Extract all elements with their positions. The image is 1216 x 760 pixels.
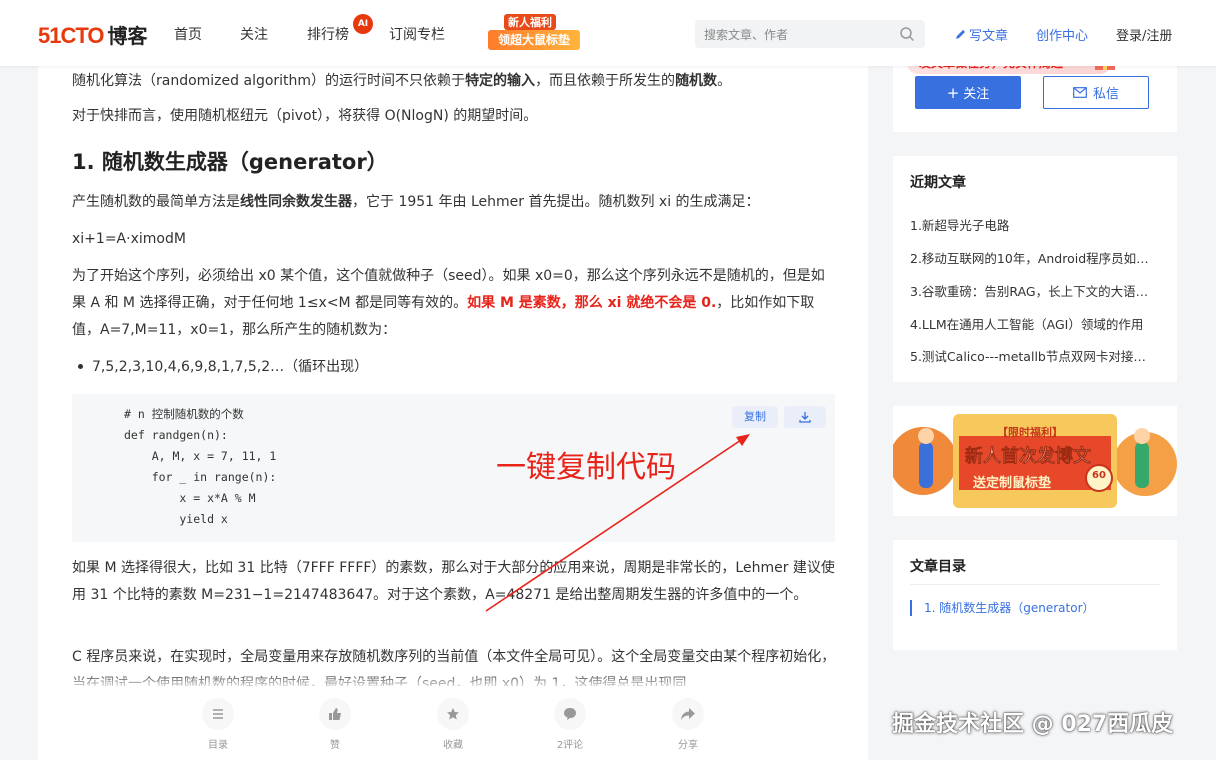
top-navbar: 51CTO 博客 首页 关注 排行榜 AI 订阅专栏 新人福利 领超大鼠标垫 搜… [0, 0, 1216, 66]
divider [910, 584, 1160, 585]
site-logo[interactable]: 51CTO 博客 [38, 20, 148, 49]
promo-top-text: 新人福利 [504, 14, 556, 30]
write-article-label: 写文章 [969, 29, 1009, 44]
banner-headline: 新人首次发博文 [965, 446, 1092, 468]
list-item-text: 7,5,2,3,10,4,6,9,8,1,7,5,2…（循环出现） [92, 359, 369, 375]
message-label: 私信 [1092, 87, 1119, 102]
plus-icon: + [946, 83, 960, 102]
recent-articles-title: 近期文章 [910, 175, 966, 191]
ai-badge: AI [353, 14, 373, 34]
toc-action[interactable]: 目录 [188, 698, 248, 751]
recent-article-item[interactable]: 3.谷歌重磅：告别RAG，长上下文的大语言模型 [910, 281, 1154, 300]
code-block: # n 控制随机数的个数 def randgen(n): A, M, x = 7… [72, 394, 835, 542]
formula-text: xi+1=A·ximodM [72, 231, 186, 247]
follow-label: 关注 [963, 87, 990, 102]
banner-badge: 60 [1092, 470, 1106, 481]
star-icon [437, 698, 469, 730]
text-span: 随机化算法（randomized algorithm）的运行时间不只依赖于 [72, 73, 466, 89]
author-card: 发文章做任务，兑实体周边 + 关注 私信 [893, 48, 1177, 132]
nav-home[interactable]: 首页 [174, 24, 202, 44]
write-article-link[interactable]: 写文章 [954, 25, 1008, 44]
code-text: # n 控制随机数的个数 def randgen(n): A, M, x = 7… [124, 407, 277, 526]
list-item: 7,5,2,3,10,4,6,9,8,1,7,5,2…（循环出现） [78, 356, 368, 376]
toc-card: 文章目录 1. 随机数生成器（generator） [893, 540, 1177, 650]
comment-action[interactable]: 2评论 [540, 698, 600, 751]
annotation-text: 一键复制代码 [496, 450, 676, 485]
recent-article-item[interactable]: 1.新超导光子电路 [910, 215, 1154, 234]
promo-ad-banner[interactable]: 【限时福利】 新人首次发博文 送定制鼠标垫 60 [893, 406, 1177, 516]
recent-article-item[interactable]: 5.测试Calico---metallb节点双网卡对接配置 [910, 346, 1154, 365]
download-code-button[interactable] [784, 406, 826, 428]
toc-title: 文章目录 [910, 559, 966, 575]
text-span: 产生随机数的最简单方法是 [72, 194, 240, 210]
paragraph-quicksort: 对于快排而言，使用随机枢纽元（pivot），将获得 O(NlogN) 的期望时间… [72, 108, 538, 124]
recent-articles-card: 近期文章 1.新超导光子电路 2.移动互联网的10年，Android程序员如何在… [893, 156, 1177, 382]
share-icon [672, 698, 704, 730]
promo-bottom-text: 领超大鼠标垫 [488, 30, 580, 50]
pen-icon [956, 29, 965, 39]
recent-article-item[interactable]: 4.LLM在通用人工智能（AGI）领域的作用 [910, 314, 1154, 333]
highlight-span: 如果 M 是素数，那么 xi 就绝不会是 0. [467, 295, 717, 311]
nav-ranking[interactable]: 排行榜 [307, 24, 349, 44]
text-span: ，而且依赖于所发生的 [535, 73, 676, 89]
collect-action[interactable]: 收藏 [423, 698, 483, 751]
list-icon [202, 698, 234, 730]
action-label: 收藏 [443, 740, 463, 751]
copy-code-button[interactable]: 复制 [732, 406, 778, 428]
action-label: 目录 [208, 740, 228, 751]
nav-subscribe-column[interactable]: 订阅专栏 [389, 24, 445, 44]
article-content: 随机化算法（randomized algorithm）的运行时间不只依赖于特定的… [38, 66, 868, 760]
share-action[interactable]: 分享 [658, 698, 718, 751]
thumbs-up-icon [319, 698, 351, 730]
logo-text: 博客 [107, 24, 148, 48]
promo-banner[interactable]: 新人福利 领超大鼠标垫 [488, 14, 580, 54]
bold-span: 线性同余数发生器 [240, 194, 352, 210]
paragraph-seed: 为了开始这个序列，必须给出 x0 某个值，这个值就做种子（seed）。如果 x0… [72, 263, 838, 344]
paragraph-period: 如果 M 选择得很大，比如 31 比特（7FFF FFFF）的素数，那么对于大部… [72, 560, 835, 603]
search-icon[interactable] [899, 26, 915, 42]
search-input[interactable]: 搜索文章、作者 [695, 20, 925, 48]
like-action[interactable]: 赞 [305, 698, 365, 751]
action-label: 分享 [678, 740, 698, 751]
paragraph-lcg: 产生随机数的最简单方法是线性同余数发生器，它于 1951 年由 Lehmer 首… [72, 189, 838, 216]
text-span: 。 [717, 73, 732, 89]
search-placeholder: 搜索文章、作者 [704, 28, 789, 42]
download-icon [799, 412, 811, 423]
logo-number: 51CTO [38, 23, 105, 48]
article-action-bar: 目录 赞 收藏 2评论 分享 [38, 686, 868, 760]
follow-button[interactable]: + 关注 [915, 76, 1021, 109]
recent-article-item[interactable]: 2.移动互联网的10年，Android程序员如何在职场中破局 [910, 248, 1154, 267]
banner-tag: 【限时福利】 [997, 426, 1063, 439]
paragraph-randomized: 随机化算法（randomized algorithm）的运行时间不只依赖于特定的… [72, 68, 838, 95]
private-message-button[interactable]: 私信 [1043, 76, 1149, 109]
nav-follow[interactable]: 关注 [240, 24, 268, 44]
bold-span: 特定的输入 [465, 73, 536, 89]
toc-item[interactable]: 1. 随机数生成器（generator） [910, 600, 1095, 616]
section-heading: 1. 随机数生成器（generator） [72, 150, 388, 174]
text-span: ，它于 1951 年由 Lehmer 首先提出。随机数列 xi 的生成满足： [352, 194, 760, 210]
login-register-link[interactable]: 登录/注册 [1116, 25, 1172, 44]
creator-center-link[interactable]: 创作中心 [1036, 25, 1088, 44]
mail-icon [1073, 87, 1087, 98]
comment-icon [554, 698, 586, 730]
action-label: 2评论 [556, 740, 584, 751]
action-label: 赞 [330, 740, 340, 751]
watermark: 掘金技术社区 @ 027西瓜皮 [892, 712, 1174, 737]
banner-subline: 送定制鼠标垫 [973, 476, 1052, 491]
bold-span: 随机数 [675, 73, 718, 89]
